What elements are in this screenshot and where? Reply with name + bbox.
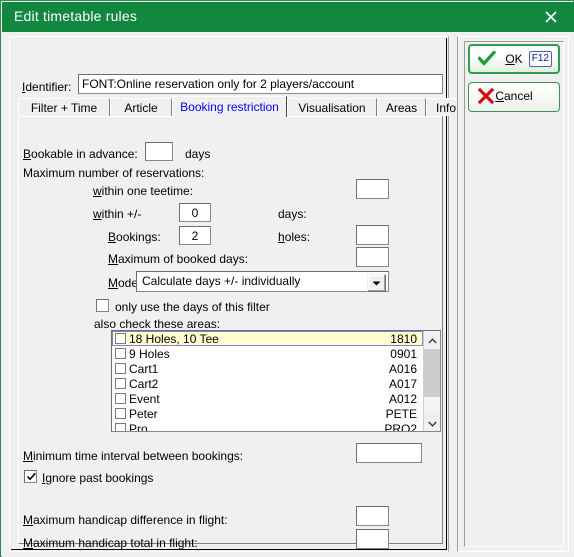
right-panel-inner-border: [464, 41, 564, 547]
list-item-code: A012: [388, 391, 417, 406]
tab-areas[interactable]: Areas: [377, 98, 426, 116]
checkbox-icon[interactable]: [115, 333, 126, 344]
max-handicap-total-input[interactable]: [356, 529, 389, 549]
max-handicap-difference-label: Maximum handicap difference in flight:: [23, 513, 228, 527]
list-item-label: Peter: [129, 406, 158, 421]
list-item-label: Cart2: [129, 376, 159, 391]
checkbox-icon[interactable]: [115, 363, 126, 374]
mode-dropdown-value: Calculate days +/- individually: [142, 274, 301, 288]
only-use-days-checkbox[interactable]: [96, 299, 109, 312]
list-item-code: 1810: [390, 331, 417, 346]
tab-booking-restriction[interactable]: Booking restriction: [172, 96, 287, 117]
list-item-label: Cart1: [129, 361, 159, 376]
ignore-past-bookings-checkbox[interactable]: [24, 470, 37, 483]
holes-label: holes:: [278, 230, 311, 244]
checkbox-icon[interactable]: [115, 423, 126, 431]
list-item[interactable]: Cart1 A016: [112, 361, 423, 376]
holes-input[interactable]: [356, 225, 389, 245]
list-item-code: A017: [388, 376, 417, 391]
max-booked-days-input[interactable]: [356, 247, 389, 267]
checkbox-icon[interactable]: [115, 348, 126, 359]
scroll-up-button[interactable]: [424, 331, 440, 348]
ok-shortcut-badge: F12: [528, 51, 552, 67]
chevron-down-icon: [428, 416, 437, 430]
areas-list-rows: 18 Holes, 10 Tee 1810 9 Holes 0901 Cart1…: [112, 331, 423, 431]
max-reservations-label: Maximum number of reservations:: [23, 166, 205, 180]
max-handicap-total-label: Maximum handicap total in flight:: [23, 536, 198, 550]
checkbox-icon[interactable]: [115, 393, 126, 404]
identifier-input[interactable]: [78, 74, 443, 94]
dialog-window: Edit timetable rules Identifier: Filter …: [0, 0, 574, 557]
tab-article[interactable]: Article: [110, 98, 172, 116]
close-button[interactable]: [528, 2, 574, 32]
list-item[interactable]: Peter PETE: [112, 406, 423, 421]
min-time-interval-input[interactable]: [356, 443, 422, 463]
tab-visualisation[interactable]: Visualisation: [287, 98, 377, 116]
list-item-code: PETE: [385, 406, 417, 421]
identifier-label: Identifier:: [22, 80, 72, 94]
cancel-button-label: Cancel: [495, 89, 533, 103]
ignore-past-bookings-label: Ignore past bookings: [42, 471, 154, 485]
list-item[interactable]: Event A012: [112, 391, 423, 406]
bookable-in-advance-label: Bookable in advance:: [23, 147, 138, 161]
list-item[interactable]: 9 Holes 0901: [112, 346, 423, 361]
list-item[interactable]: 18 Holes, 10 Tee 1810: [112, 331, 423, 346]
min-time-interval-label: Minimum time interval between bookings:: [23, 449, 244, 463]
max-booked-days-label: Maximum of booked days:: [108, 252, 249, 266]
checkbox-icon[interactable]: [115, 408, 126, 419]
within-plus-minus-input[interactable]: [179, 203, 211, 222]
bookings-input[interactable]: [179, 226, 211, 245]
tab-filter-time[interactable]: Filter + Time: [18, 98, 110, 116]
checkbox-icon[interactable]: [115, 378, 126, 389]
areas-listbox[interactable]: 18 Holes, 10 Tee 1810 9 Holes 0901 Cart1…: [111, 330, 441, 432]
chevron-down-icon[interactable]: [367, 274, 386, 292]
cancel-button[interactable]: Cancel: [468, 82, 560, 112]
list-item[interactable]: Pro PRO2: [112, 421, 423, 432]
tab-strip: Filter + Time Article Booking restrictio…: [18, 96, 466, 117]
max-handicap-difference-input[interactable]: [356, 506, 389, 526]
chevron-up-icon: [428, 333, 437, 347]
within-one-teetime-label: within one teetime:: [93, 184, 194, 198]
list-item-label: Pro: [129, 421, 148, 432]
check-icon: [26, 472, 36, 481]
list-item-label: 18 Holes, 10 Tee: [129, 331, 219, 346]
within-one-teetime-input[interactable]: [356, 179, 389, 199]
days-label: days:: [278, 207, 307, 221]
only-use-days-label: only use the days of this filter: [115, 300, 270, 314]
window-title: Edit timetable rules: [14, 8, 138, 24]
list-item-code: PRO2: [384, 421, 417, 432]
scrollbar-thumb[interactable]: [424, 349, 440, 397]
close-icon: [543, 9, 559, 25]
scroll-down-button[interactable]: [424, 414, 440, 431]
areas-list-scrollbar[interactable]: [423, 331, 440, 431]
list-item-label: Event: [129, 391, 160, 406]
mode-dropdown[interactable]: Calculate days +/- individually: [136, 271, 389, 292]
title-bar: Edit timetable rules: [2, 2, 574, 32]
list-item-code: 0901: [390, 346, 417, 361]
list-item-code: A016: [388, 361, 417, 376]
ok-button[interactable]: OK F12: [468, 44, 560, 74]
right-panel: [457, 36, 569, 552]
bookings-label: Bookings:: [108, 230, 161, 244]
dialog-body: Identifier: Filter + Time Article Bookin…: [2, 32, 574, 557]
list-item-label: 9 Holes: [129, 346, 170, 361]
also-check-areas-label: also check these areas:: [94, 317, 221, 331]
within-plus-minus-label: within +/-: [93, 207, 142, 221]
bookable-in-advance-input[interactable]: [145, 142, 173, 161]
days-suffix-label: days: [185, 147, 211, 161]
list-item[interactable]: Cart2 A017: [112, 376, 423, 391]
